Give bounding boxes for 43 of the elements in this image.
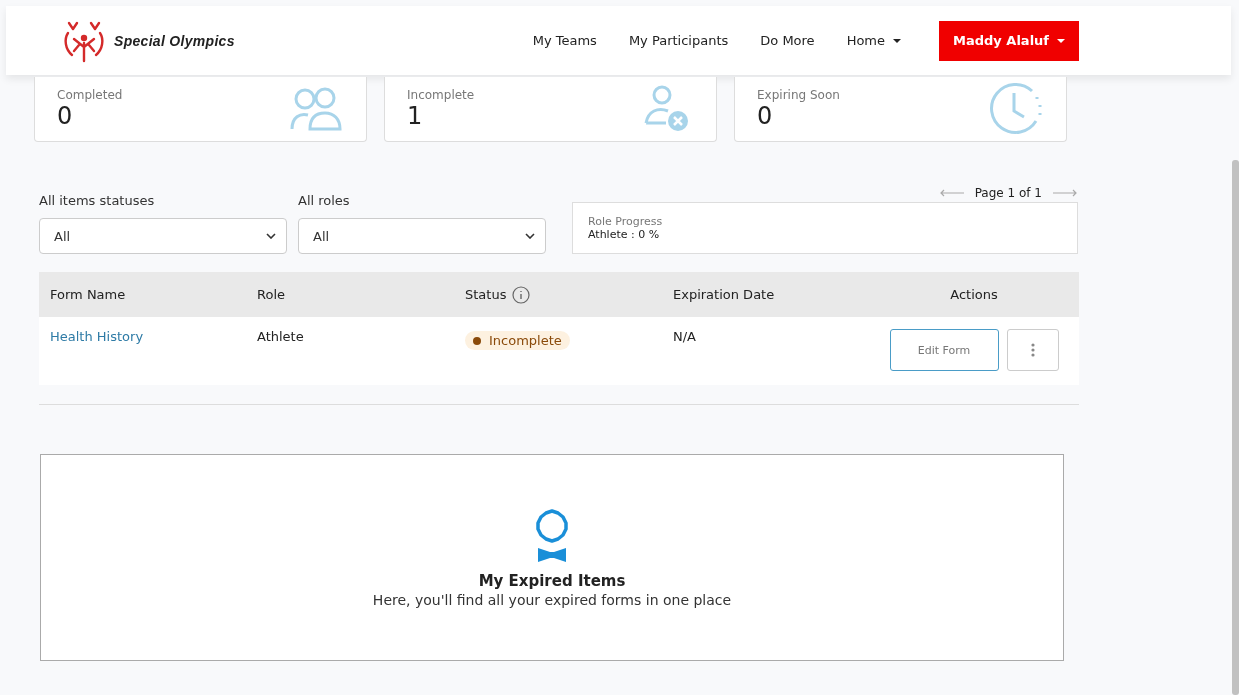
column-header: Actions bbox=[950, 287, 998, 302]
status-badge: Incomplete bbox=[465, 331, 570, 350]
edit-form-button[interactable]: Edit Form bbox=[889, 329, 999, 371]
nav-item[interactable]: My Participants bbox=[616, 20, 741, 61]
clock-icon bbox=[988, 81, 1044, 137]
stat-value: 1 bbox=[407, 102, 424, 130]
scrollbar[interactable] bbox=[1232, 160, 1239, 695]
stat-value: 0 bbox=[57, 102, 74, 130]
nav-item[interactable]: My Teams bbox=[520, 20, 609, 61]
form-name-link[interactable]: Health History bbox=[50, 329, 144, 344]
column-header: Expiration Date bbox=[673, 287, 775, 302]
vertical-dots-icon bbox=[1030, 343, 1035, 357]
role-progress-title: Role Progress bbox=[588, 215, 664, 228]
filter-label: All roles bbox=[298, 193, 351, 208]
stat-label: Expiring Soon bbox=[757, 88, 840, 102]
logo-text[interactable]: Special Olympics bbox=[114, 32, 235, 49]
chevron-down-icon bbox=[266, 233, 276, 239]
stat-value: 0 bbox=[757, 102, 774, 130]
arrow-right-icon[interactable] bbox=[1052, 189, 1078, 197]
stat-label: Incomplete bbox=[407, 88, 475, 102]
column-header: Status bbox=[465, 287, 507, 302]
filter-label: All items statuses bbox=[39, 193, 156, 208]
empty-state-title: My Expired Items bbox=[478, 571, 626, 590]
role-progress-value: Athlete : 0 % bbox=[588, 228, 661, 241]
filter-select[interactable]: All bbox=[39, 218, 287, 254]
filter-select[interactable]: All bbox=[298, 218, 546, 254]
caret-icon bbox=[893, 38, 901, 43]
stat-label: Completed bbox=[57, 88, 123, 102]
info-icon[interactable] bbox=[512, 285, 531, 304]
column-header: Form Name bbox=[50, 287, 126, 302]
nav-item[interactable]: Home bbox=[834, 20, 913, 61]
chevron-down-icon bbox=[525, 233, 535, 239]
more-options-button[interactable] bbox=[1006, 329, 1059, 371]
people-icon bbox=[288, 87, 344, 131]
table-cell: Athlete bbox=[257, 329, 304, 344]
arrow-left-icon[interactable] bbox=[938, 189, 965, 197]
column-header: Role bbox=[257, 287, 285, 302]
table-cell: N/A bbox=[673, 329, 696, 344]
caret-icon bbox=[1057, 38, 1065, 43]
nav-item[interactable]: Do More bbox=[748, 20, 827, 61]
page-indicator: Page 1 of 1 bbox=[974, 186, 1042, 200]
nav-item[interactable]: Maddy Alaluf bbox=[939, 20, 1079, 61]
empty-state-text: Here, you'll find all your expired forms in one place bbox=[372, 591, 732, 608]
